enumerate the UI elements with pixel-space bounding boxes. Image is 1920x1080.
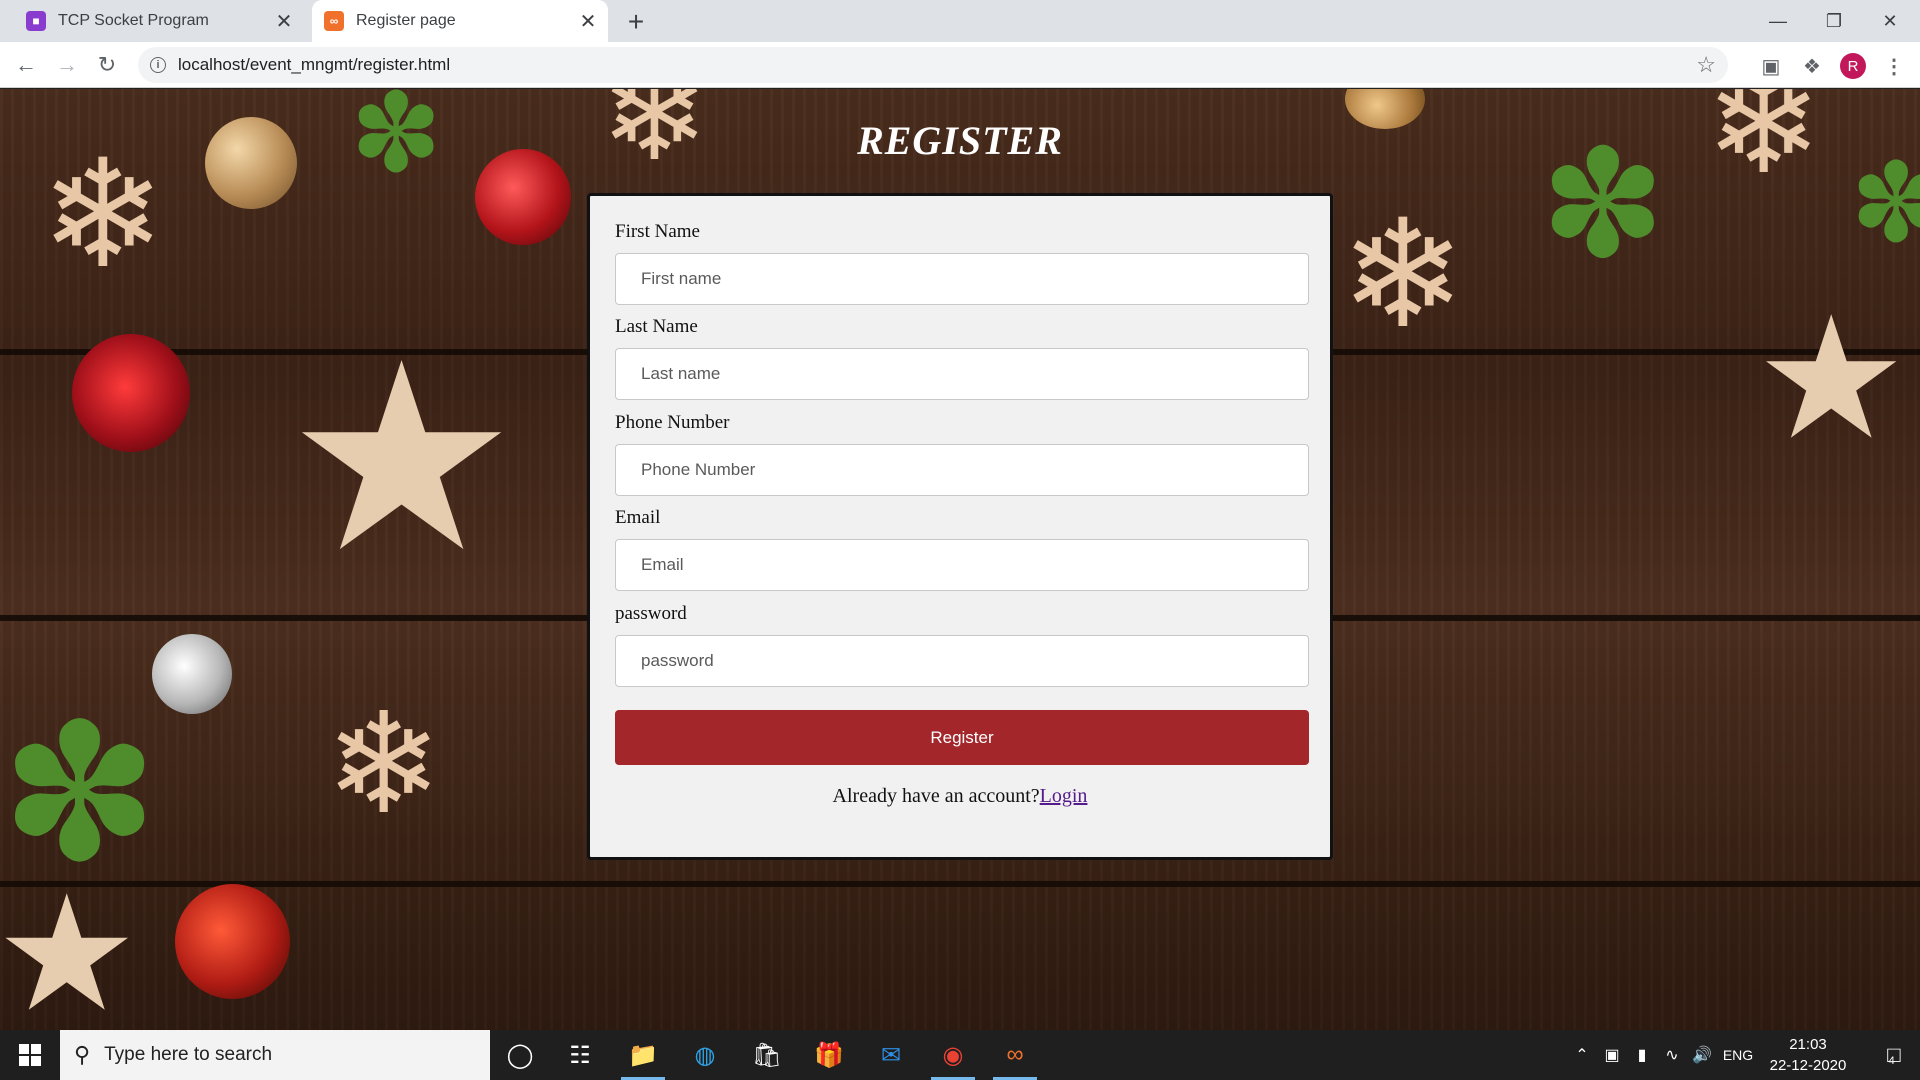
purple-square-icon: ■ — [26, 11, 46, 31]
clock-date: 22-12-2020 — [1769, 1057, 1847, 1074]
red-ornament — [175, 884, 290, 999]
battery-icon[interactable]: ▮ — [1627, 1030, 1657, 1080]
search-placeholder: Type here to search — [104, 1044, 273, 1065]
mail-icon[interactable]: ✉ — [861, 1030, 921, 1080]
forward-arrow-icon[interactable]: → — [51, 49, 83, 81]
page-viewport: ❄ ❄ ❄ ❄ ❄ ★ ★ ★ ✽ ✽ ✽ ✽ REGISTER First N… — [0, 89, 1920, 1030]
tab-label: TCP Socket Program — [58, 12, 209, 29]
cortana-icon[interactable]: ◯ — [490, 1030, 550, 1080]
tab-register-page[interactable]: ∞ Register page ✕ — [312, 0, 608, 42]
omnibox[interactable]: i localhost/event_mngmt/register.html ☆ — [138, 47, 1728, 83]
address-toolbar: ← → ↻ i localhost/event_mngmt/register.h… — [0, 42, 1920, 88]
extension-page-icon[interactable]: ▣ — [1757, 52, 1785, 80]
chevron-up-icon[interactable]: ⌃ — [1567, 1030, 1597, 1080]
close-window-icon[interactable]: ✕ — [1862, 0, 1918, 42]
email-label: Email — [615, 507, 661, 528]
avatar[interactable]: R — [1840, 53, 1866, 79]
file-explorer-icon[interactable]: 📁 — [613, 1030, 673, 1080]
kebab-menu-icon[interactable]: ⋮ — [1880, 52, 1908, 80]
phone-number-input[interactable] — [615, 444, 1309, 496]
store-icon[interactable]: 🛍 — [737, 1030, 797, 1080]
pine-branch-icon: ✽ — [1850, 142, 1920, 265]
taskbar: ⚲ Type here to search ◯ ☷ 📁 ◍ 🛍 🎁 ✉ ◉ ∞ … — [0, 1030, 1920, 1080]
xampp-icon[interactable]: ∞ — [985, 1030, 1045, 1080]
clock-time: 21:03 — [1789, 1036, 1827, 1053]
restore-icon[interactable]: ❐ — [1806, 0, 1862, 42]
reload-icon[interactable]: ↻ — [91, 49, 123, 81]
windows-logo-icon — [19, 1044, 41, 1066]
register-form: First Name Last Name Phone Number Email … — [587, 193, 1333, 860]
volume-icon[interactable]: 🔊 — [1687, 1030, 1717, 1080]
edge-icon[interactable]: ◍ — [675, 1030, 735, 1080]
new-tab-button[interactable]: + — [620, 6, 652, 38]
info-icon[interactable]: i — [150, 57, 166, 73]
password-input[interactable] — [615, 635, 1309, 687]
silver-ornament — [152, 634, 232, 714]
start-button[interactable] — [0, 1030, 60, 1080]
red-ornament — [72, 334, 190, 452]
already-account-text: Already have an account? — [832, 785, 1040, 807]
wooden-star-icon: ★ — [285, 314, 519, 604]
gift-icon[interactable]: 🎁 — [799, 1030, 859, 1080]
chrome-icon[interactable]: ◉ — [923, 1030, 983, 1080]
first-name-input[interactable] — [615, 253, 1309, 305]
xampp-icon: ∞ — [324, 11, 344, 31]
email-input[interactable] — [615, 539, 1309, 591]
close-icon[interactable]: ✕ — [270, 7, 298, 35]
language-indicator[interactable]: ENG — [1718, 1030, 1758, 1080]
register-button[interactable]: Register — [615, 710, 1309, 765]
clock[interactable]: 21:03 22-12-2020 — [1758, 1034, 1858, 1076]
wifi-icon[interactable]: ∿ — [1657, 1030, 1687, 1080]
meet-now-icon[interactable]: ▣ — [1597, 1030, 1627, 1080]
star-icon[interactable]: ☆ — [1696, 52, 1716, 78]
pine-branch-icon: ✽ — [0, 688, 160, 900]
back-arrow-icon[interactable]: ← — [10, 49, 42, 81]
task-view-icon[interactable]: ☷ — [550, 1030, 610, 1080]
taskbar-search[interactable]: ⚲ Type here to search — [60, 1030, 490, 1080]
snowflake-icon: ❄ — [325, 685, 443, 842]
page-title: REGISTER — [857, 118, 1063, 163]
tab-tcp-socket-program[interactable]: ■ TCP Socket Program ✕ — [14, 0, 304, 42]
last-name-input[interactable] — [615, 348, 1309, 400]
notification-icon[interactable]: □ 4 — [1866, 1030, 1916, 1080]
minimize-icon[interactable]: — — [1750, 0, 1806, 42]
search-icon: ⚲ — [74, 1042, 91, 1067]
snowflake-icon: ❄ — [1340, 190, 1466, 358]
login-link[interactable]: Login — [1040, 785, 1088, 807]
puzzle-icon[interactable]: ❖ — [1798, 52, 1826, 80]
last-name-label: Last Name — [615, 316, 698, 337]
notification-count: 4 — [1888, 1055, 1895, 1067]
url-text[interactable]: localhost/event_mngmt/register.html — [178, 55, 1696, 75]
first-name-label: First Name — [615, 221, 700, 242]
tab-label: Register page — [356, 12, 456, 29]
tab-strip: ■ TCP Socket Program ✕ ∞ Register page ✕… — [0, 0, 1920, 42]
wooden-star-icon: ★ — [1755, 284, 1908, 474]
phone-number-label: Phone Number — [615, 412, 730, 433]
login-prompt: Already have an account?Login — [590, 785, 1330, 808]
close-icon[interactable]: ✕ — [574, 7, 602, 35]
password-label: password — [615, 603, 687, 624]
